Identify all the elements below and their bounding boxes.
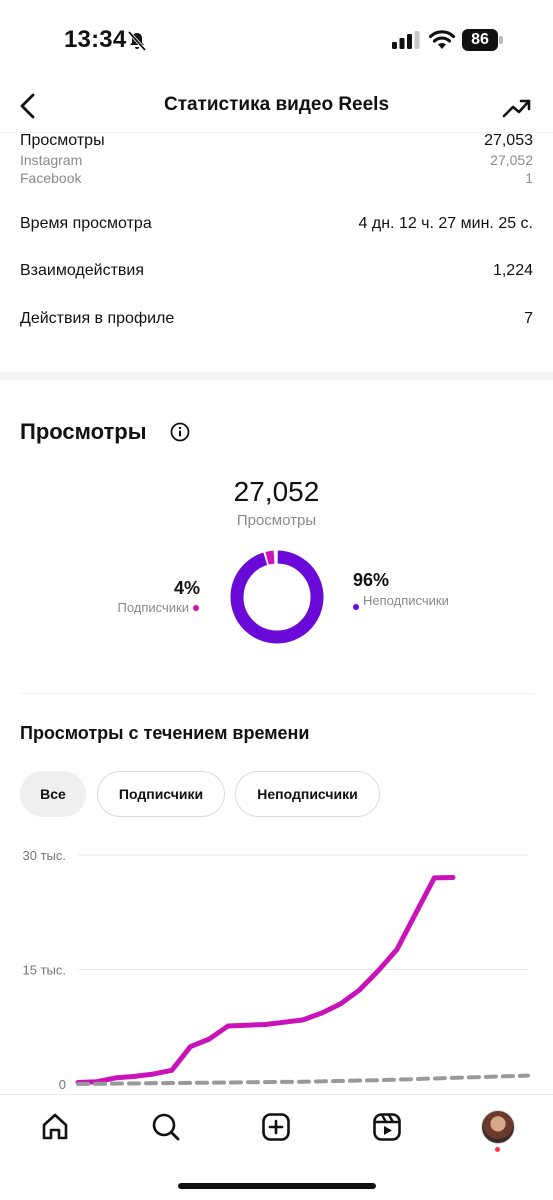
- reels-icon: [373, 1113, 401, 1141]
- create-icon: [262, 1113, 290, 1141]
- info-icon[interactable]: [170, 422, 190, 442]
- bell-muted-icon: [127, 30, 147, 52]
- non-followers-percent: 96%: [353, 570, 390, 590]
- tab-reels[interactable]: [365, 1109, 409, 1145]
- metric-interactions-value: 1,224: [492, 262, 533, 279]
- wifi-icon: [428, 30, 456, 49]
- views-section-title: Просмотры: [20, 419, 147, 444]
- cellular-signal-icon: [392, 31, 420, 49]
- non-followers-legend-dot: [353, 604, 359, 610]
- y-tick-label: 0: [59, 1077, 66, 1092]
- home-indicator: [178, 1183, 376, 1189]
- y-tick-label: 30 тыс.: [23, 848, 66, 863]
- non-followers-label: Неподписчики: [363, 593, 449, 608]
- metric-views-value: 27,053: [484, 132, 533, 149]
- metric-instagram-value: 27,052: [490, 152, 533, 168]
- views-line-chart: 30 тыс. 15 тыс. 0: [23, 848, 530, 1092]
- battery-indicator: 86: [462, 29, 504, 51]
- y-tick-label: 15 тыс.: [23, 963, 66, 978]
- tab-create[interactable]: [254, 1109, 298, 1145]
- followers-percent: 4%: [173, 578, 200, 598]
- views-donut-chart: [230, 550, 324, 644]
- home-icon: [42, 1113, 68, 1140]
- followers-label: Подписчики: [117, 600, 189, 615]
- status-time: 13:34: [64, 26, 127, 53]
- series-line-all: [75, 875, 456, 1085]
- profile-avatar[interactable]: [481, 1110, 515, 1144]
- filter-chip-followers[interactable]: Подписчики: [97, 771, 225, 817]
- views-over-time-title: Просмотры с течением времени: [20, 723, 310, 743]
- filter-chip-all[interactable]: Все: [20, 771, 86, 817]
- status-bar: 13:34 86: [0, 0, 553, 80]
- app-header: Статистика видео Reels: [0, 84, 553, 130]
- metric-watch-time-value: 4 дн. 12 ч. 27 мин. 25 с.: [358, 215, 533, 232]
- divider: [20, 693, 533, 694]
- followers-legend-dot: [193, 605, 199, 611]
- search-icon: [152, 1113, 180, 1141]
- views-total-label: Просмотры: [236, 512, 317, 529]
- filter-chip-non-followers[interactable]: Неподписчики: [235, 771, 380, 817]
- tab-home[interactable]: [33, 1109, 77, 1145]
- page-title: Статистика видео Reels: [163, 94, 390, 115]
- metric-interactions-label: Взаимодействия: [20, 262, 144, 279]
- metric-facebook-value: 1: [525, 170, 533, 186]
- metric-instagram-label: Instagram: [20, 152, 83, 168]
- metric-watch-time-label: Время просмотра: [20, 215, 152, 232]
- views-total: 27,052: [233, 476, 320, 507]
- metric-profile-actions-value: 7: [524, 310, 533, 327]
- trends-button[interactable]: [499, 90, 535, 126]
- trending-up-icon: [502, 99, 531, 118]
- metric-profile-actions-label: Действия в профиле: [20, 310, 175, 327]
- notification-dot: [495, 1147, 500, 1152]
- battery-level: 86: [471, 31, 489, 48]
- metric-facebook-label: Facebook: [20, 170, 82, 186]
- metric-views-label: Просмотры: [20, 132, 105, 149]
- tab-search[interactable]: [144, 1109, 188, 1145]
- donut-slice-non-followers: [230, 550, 324, 644]
- section-separator: [0, 372, 553, 380]
